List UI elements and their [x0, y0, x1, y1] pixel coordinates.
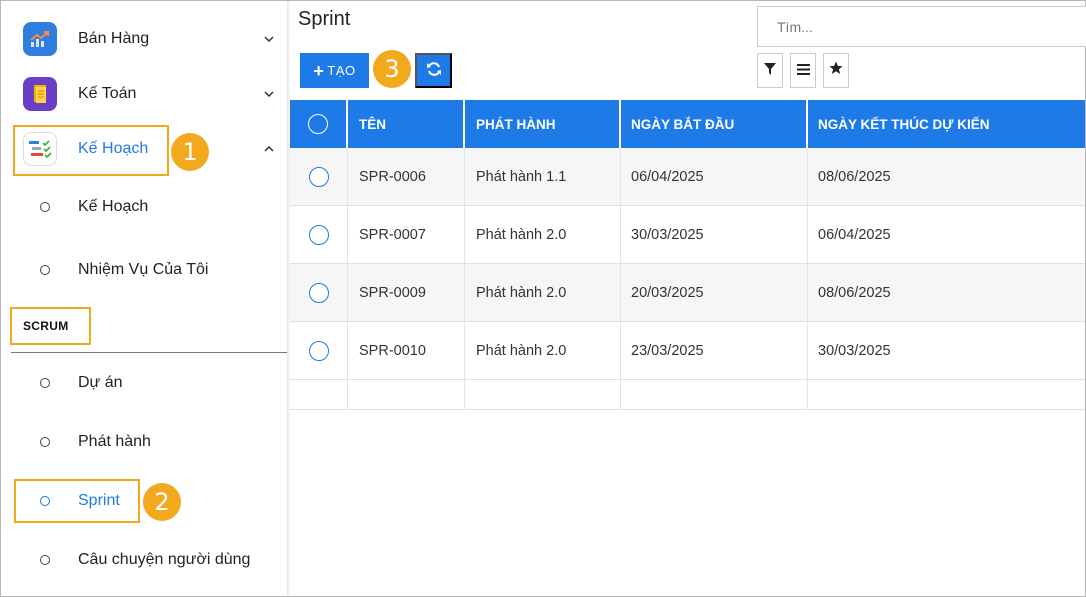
section-divider [11, 352, 287, 353]
cell-name: SPR-0007 [348, 206, 465, 263]
sidebar-item-phat-hanh[interactable]: Phát hành [1, 422, 287, 462]
radio-icon [308, 114, 328, 134]
sidebar-item-label: Nhiệm Vụ Của Tôi [78, 261, 209, 278]
table-header: TÊN PHÁT HÀNH NGÀY BẮT ĐẦU NGÀY KẾT THÚC… [290, 100, 1085, 148]
radio-icon [308, 224, 329, 245]
cell-end-date: 08/06/2025 [818, 168, 891, 185]
cell-release: Phát hành 1.1 [465, 148, 621, 205]
refresh-icon [426, 61, 442, 80]
column-header-release[interactable]: PHÁT HÀNH [465, 100, 621, 148]
empty-cell [621, 380, 808, 410]
row-select-checkbox[interactable] [290, 322, 348, 379]
empty-cell [290, 380, 348, 410]
cell-end-date: 30/03/2025 [818, 342, 891, 359]
column-header-start-date[interactable]: NGÀY BẮT ĐẦU [621, 100, 808, 148]
cell-start-date: 23/03/2025 [621, 322, 808, 379]
favorites-button[interactable] [823, 53, 849, 88]
document-icon [23, 77, 57, 111]
radio-icon [308, 282, 329, 303]
filter-button[interactable] [757, 53, 783, 88]
table-row-empty [290, 380, 1085, 410]
empty-cell [348, 380, 465, 410]
cell-end-date: 08/06/2025 [818, 284, 891, 301]
group-by-button[interactable] [790, 53, 816, 88]
empty-cell [808, 380, 1085, 410]
bullet-icon [40, 378, 50, 388]
sidebar-app-label: Kế Toán [78, 85, 137, 102]
cell-name: SPR-0009 [348, 264, 465, 321]
highlight-box-scrum [10, 307, 91, 345]
column-header-name[interactable]: TÊN [348, 100, 465, 148]
cell-release: Phát hành 2.0 [465, 206, 621, 263]
sidebar-item-label: Kế Hoạch [78, 198, 149, 215]
plus-icon: + [313, 60, 325, 81]
radio-icon [308, 166, 329, 187]
highlight-box-ke-hoach [13, 125, 169, 176]
cell-start-date: 30/03/2025 [621, 206, 808, 263]
table-row[interactable]: SPR-0007 Phát hành 2.0 30/03/2025 06/04/202… [290, 206, 1085, 264]
sidebar-app-label: Bán Hàng [78, 30, 150, 47]
sidebar-item-nhiem-vu[interactable]: Nhiệm Vụ Của Tôi [1, 250, 287, 290]
sidebar-item-cau-chuyen[interactable]: Câu chuyện người dùng [1, 540, 287, 580]
cell-release: Phát hành 2.0 [465, 264, 621, 321]
create-button-label: TẠO [327, 63, 356, 78]
sidebar-item-label: Phát hành [78, 433, 151, 450]
cell-start-date: 20/03/2025 [621, 264, 808, 321]
radio-icon [308, 340, 329, 361]
sidebar-item-label: Câu chuyện người dùng [78, 551, 251, 568]
row-select-checkbox[interactable] [290, 206, 348, 263]
chevron-down-icon [263, 88, 275, 100]
create-button[interactable]: + TẠO [300, 53, 369, 88]
empty-cell [465, 380, 621, 410]
chevron-up-icon [263, 143, 275, 155]
list-icon [796, 62, 810, 80]
cell-end-date: 06/04/2025 [818, 226, 891, 243]
bullet-icon [40, 265, 50, 275]
star-icon [829, 61, 843, 80]
bullet-icon [40, 555, 50, 565]
highlight-box-sprint [14, 479, 140, 523]
table-row[interactable]: SPR-0006 Phát hành 1.1 06/04/2025 08/06/202… [290, 148, 1085, 206]
table-row[interactable]: SPR-0009 Phát hành 2.0 20/03/2025 08/06/202… [290, 264, 1085, 322]
search-input[interactable] [757, 6, 1086, 47]
cell-start-date: 06/04/2025 [621, 148, 808, 205]
bullet-icon [40, 437, 50, 447]
sidebar-app-ke-toan[interactable]: Kế Toán [1, 72, 287, 116]
step-badge-1: 1 [171, 133, 209, 171]
sidebar-item-du-an[interactable]: Dự án [1, 363, 287, 403]
page-title: Sprint [298, 8, 351, 30]
step-badge-2: 2 [143, 483, 181, 521]
row-select-checkbox[interactable] [290, 148, 348, 205]
sidebar: Bán Hàng Kế Toán Kế Hoạch 1 Kế Hoạch Nhi… [1, 1, 287, 596]
cell-name: SPR-0010 [348, 322, 465, 379]
row-select-checkbox[interactable] [290, 264, 348, 321]
chevron-down-icon [263, 33, 275, 45]
trending-up-icon [23, 22, 57, 56]
sidebar-app-ban-hang[interactable]: Bán Hàng [1, 17, 287, 61]
filter-icon [764, 62, 776, 80]
step-badge-3: 3 [373, 50, 411, 88]
bullet-icon [40, 202, 50, 212]
select-all-checkbox[interactable] [290, 100, 348, 148]
sidebar-item-label: Dự án [78, 374, 123, 391]
table-row[interactable]: SPR-0010 Phát hành 2.0 23/03/2025 30/03/202… [290, 322, 1085, 380]
cell-name: SPR-0006 [348, 148, 465, 205]
refresh-button[interactable] [415, 53, 452, 88]
cell-release: Phát hành 2.0 [465, 322, 621, 379]
column-header-end-date[interactable]: NGÀY KẾT THÚC DỰ KIẾN [808, 100, 1085, 148]
sidebar-item-ke-hoach[interactable]: Kế Hoạch [1, 187, 287, 227]
